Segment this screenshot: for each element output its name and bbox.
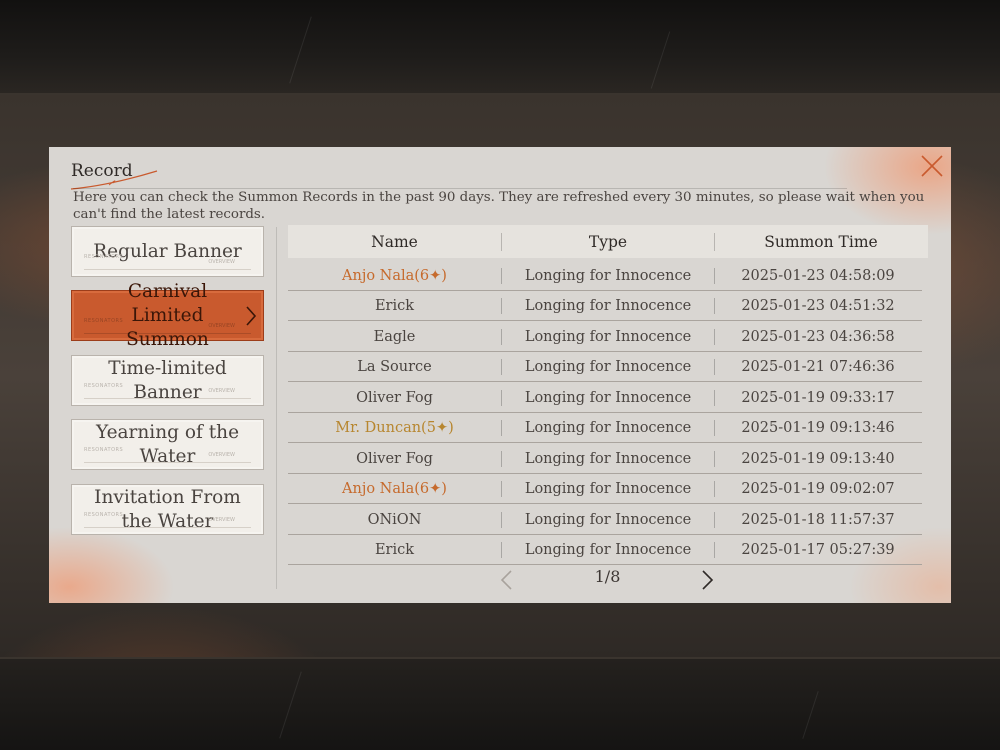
cell-type: Longing for Innocence bbox=[524, 419, 692, 436]
table-row: Anjo Nala(6✦) Longing for Innocence 2025… bbox=[288, 474, 922, 504]
chevron-right-icon[interactable] bbox=[701, 569, 715, 591]
table-row: Erick Longing for Innocence 2025-01-23 0… bbox=[288, 291, 922, 321]
table-row: Erick Longing for Innocence 2025-01-17 0… bbox=[288, 535, 922, 565]
cell-type: Longing for Innocence bbox=[524, 541, 692, 558]
cell-type: Longing for Innocence bbox=[524, 297, 692, 314]
cell-type: Longing for Innocence bbox=[524, 267, 692, 284]
banner-deco-left: RESONATORS bbox=[84, 447, 124, 453]
cell-time: 2025-01-19 09:13:46 bbox=[741, 419, 895, 436]
column-header-type: Type bbox=[588, 232, 628, 251]
record-dialog: Record Here you can check the Summon Rec… bbox=[49, 147, 951, 603]
cell-name: Anjo Nala(6✦) bbox=[342, 267, 447, 284]
cell-time: 2025-01-18 11:57:37 bbox=[741, 511, 895, 528]
cell-name: La Source bbox=[357, 358, 432, 375]
cell-time: 2025-01-19 09:13:40 bbox=[741, 450, 895, 467]
column-header-summon-time: Summon Time bbox=[764, 232, 878, 251]
cell-type: Longing for Innocence bbox=[524, 480, 692, 497]
cell-name: Anjo Nala(6✦) bbox=[342, 480, 447, 497]
cell-name: Oliver Fog bbox=[356, 389, 433, 406]
chevron-left-icon[interactable] bbox=[499, 569, 513, 591]
cell-time: 2025-01-21 07:46:36 bbox=[741, 358, 895, 375]
cell-time: 2025-01-23 04:58:09 bbox=[741, 267, 895, 284]
cell-type: Longing for Innocence bbox=[524, 328, 692, 345]
banner-carnival-limited[interactable]: Carnival Limited Summon RESONATORS OVERV… bbox=[71, 281, 264, 350]
cell-name: Oliver Fog bbox=[356, 450, 433, 467]
banner-deco-left: RESONATORS bbox=[84, 318, 124, 324]
table-row: Mr. Duncan(5✦) Longing for Innocence 202… bbox=[288, 413, 922, 443]
cell-type: Longing for Innocence bbox=[524, 389, 692, 406]
table-row: Anjo Nala(6✦) Longing for Innocence 2025… bbox=[288, 261, 922, 291]
banner-invitation-water[interactable]: Invitation From the Water RESONATORS OVE… bbox=[71, 484, 264, 535]
close-icon[interactable] bbox=[917, 151, 947, 181]
cell-type: Longing for Innocence bbox=[524, 358, 692, 375]
banner-deco-right: OVERVIEW bbox=[208, 388, 235, 394]
banner-yearning-water[interactable]: Yearning of the Water RESONATORS OVERVIE… bbox=[71, 419, 264, 470]
page-indicator: 1/8 bbox=[594, 567, 621, 586]
cell-name: Erick bbox=[374, 541, 415, 558]
banner-deco-left: RESONATORS bbox=[84, 254, 124, 260]
banner-time-limited[interactable]: Time-limited Banner RESONATORS OVERVIEW bbox=[71, 355, 264, 406]
banner-deco-right: OVERVIEW bbox=[208, 517, 235, 523]
table-row: Oliver Fog Longing for Innocence 2025-01… bbox=[288, 444, 922, 474]
cell-time: 2025-01-19 09:02:07 bbox=[741, 480, 895, 497]
cell-time: 2025-01-19 09:33:17 bbox=[741, 389, 895, 406]
banner-deco-right: OVERVIEW bbox=[208, 323, 235, 329]
cell-time: 2025-01-23 04:36:58 bbox=[741, 328, 895, 345]
banner-deco-right: OVERVIEW bbox=[208, 259, 235, 265]
table-row: La Source Longing for Innocence 2025-01-… bbox=[288, 352, 922, 382]
cell-name: Eagle bbox=[373, 328, 416, 345]
table-row: ONiON Longing for Innocence 2025-01-18 1… bbox=[288, 505, 922, 535]
cell-type: Longing for Innocence bbox=[524, 450, 692, 467]
dialog-hint: Here you can check the Summon Records in… bbox=[73, 190, 925, 222]
banner-deco-right: OVERVIEW bbox=[208, 452, 235, 458]
banner-regular[interactable]: Regular Banner RESONATORS OVERVIEW bbox=[71, 226, 264, 277]
banner-deco-left: RESONATORS bbox=[84, 383, 124, 389]
backdrop-bottom bbox=[0, 657, 1000, 750]
cell-time: 2025-01-23 04:51:32 bbox=[741, 297, 895, 314]
cell-name: ONiON bbox=[367, 511, 422, 528]
cell-type: Longing for Innocence bbox=[524, 511, 692, 528]
table-row: Oliver Fog Longing for Innocence 2025-01… bbox=[288, 383, 922, 413]
table-header: Name Type Summon Time bbox=[288, 225, 928, 258]
banner-deco-left: RESONATORS bbox=[84, 512, 124, 518]
column-header-name: Name bbox=[371, 232, 418, 251]
column-divider bbox=[276, 227, 277, 589]
chevron-right-icon bbox=[246, 305, 257, 326]
table-row: Eagle Longing for Innocence 2025-01-23 0… bbox=[288, 322, 922, 352]
cell-time: 2025-01-17 05:27:39 bbox=[741, 541, 895, 558]
cell-name: Erick bbox=[374, 297, 415, 314]
backdrop-top bbox=[0, 0, 1000, 95]
cell-name: Mr. Duncan(5✦) bbox=[335, 419, 454, 436]
